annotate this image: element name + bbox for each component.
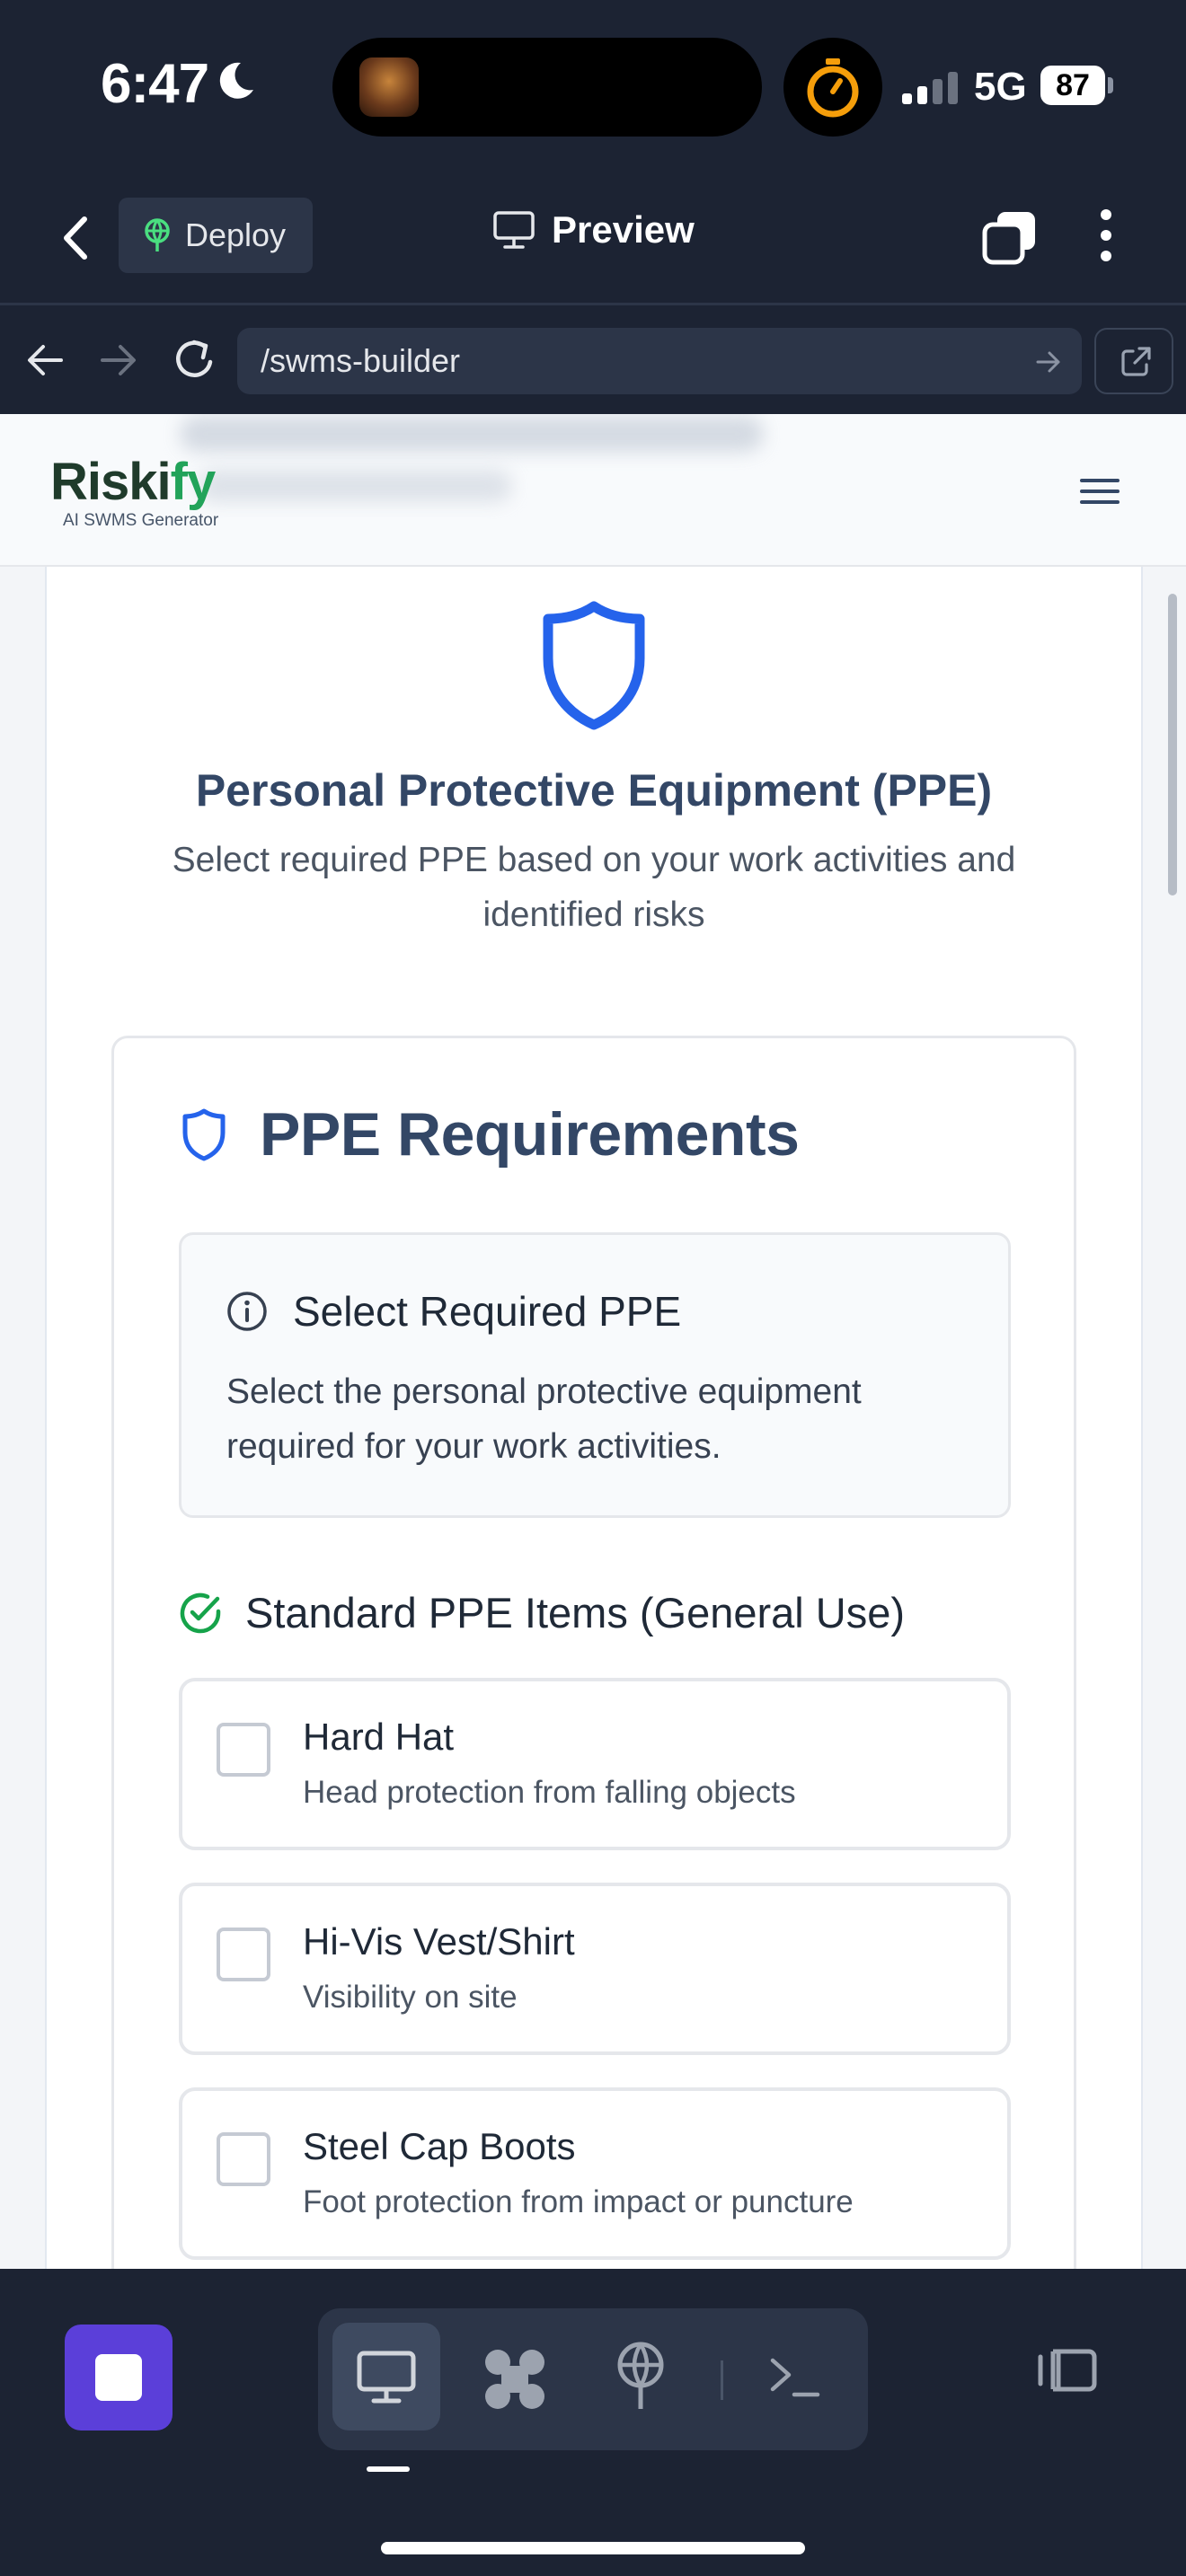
ppe-item-desc: Head protection from falling objects bbox=[303, 1775, 796, 1810]
card-header: PPE Requirements bbox=[181, 1099, 800, 1169]
deploy-globe-icon[interactable] bbox=[613, 2341, 668, 2413]
status-bar: 6:47 5G 87 bbox=[0, 0, 1186, 171]
battery-level: 87 bbox=[1040, 66, 1105, 105]
more-options-icon[interactable] bbox=[1100, 208, 1112, 262]
url-text: /swms-builder bbox=[261, 342, 461, 379]
panel-toggle-icon[interactable] bbox=[1035, 2342, 1100, 2398]
tabs-icon[interactable] bbox=[981, 208, 1039, 266]
ppe-item-name: Steel Cap Boots bbox=[303, 2125, 576, 2167]
back-chevron-icon[interactable] bbox=[56, 214, 97, 262]
deploy-label: Deploy bbox=[185, 216, 287, 253]
tool-preview-active[interactable] bbox=[332, 2323, 440, 2430]
blurred-overlay bbox=[180, 416, 764, 452]
battery-cap bbox=[1108, 77, 1113, 93]
preview-title[interactable]: Preview bbox=[492, 208, 695, 251]
stopwatch-activity bbox=[783, 38, 882, 137]
page-title: Personal Protective Equipment (PPE) bbox=[195, 765, 993, 816]
ppe-item-name: Hard Hat bbox=[303, 1716, 455, 1758]
terminal-icon[interactable] bbox=[767, 2353, 823, 2404]
ppe-item-desc: Visibility on site bbox=[303, 1980, 518, 2015]
deploy-button[interactable]: Deploy bbox=[119, 198, 313, 273]
monitor-icon bbox=[493, 211, 535, 249]
page-subtitle: Select required PPE based on your work a… bbox=[172, 841, 1016, 934]
card-title: PPE Requirements bbox=[260, 1100, 800, 1169]
page-scrollbar[interactable] bbox=[1168, 594, 1177, 895]
logo-subtitle: AI SWMS Generator bbox=[63, 511, 219, 530]
go-arrow-icon[interactable] bbox=[1035, 349, 1062, 375]
logo-wordmark: Riskify bbox=[50, 453, 216, 511]
tool-switcher bbox=[318, 2308, 868, 2450]
browser-url-bar: /swms-builder bbox=[0, 308, 1186, 414]
info-box: Select Required PPE Select the personal … bbox=[179, 1232, 1011, 1518]
preview-label: Preview bbox=[552, 208, 695, 251]
active-tool-indicator bbox=[367, 2466, 410, 2472]
now-playing-artwork bbox=[359, 57, 419, 117]
steel-cap-boots-checkbox[interactable] bbox=[217, 2132, 270, 2186]
deploy-globe-icon bbox=[145, 218, 170, 251]
agent-icon[interactable] bbox=[480, 2344, 550, 2414]
info-icon bbox=[227, 1292, 267, 1331]
ppe-item-steel-cap-boots[interactable]: Steel Cap Boots Foot protection from imp… bbox=[179, 2087, 1011, 2260]
blurred-overlay bbox=[198, 470, 512, 502]
ppe-item-name: Hi-Vis Vest/Shirt bbox=[303, 1920, 575, 1963]
tool-divider bbox=[721, 2360, 723, 2400]
dynamic-island bbox=[332, 38, 762, 137]
stop-button[interactable] bbox=[65, 2325, 173, 2430]
info-header: Select Required PPE bbox=[226, 1287, 681, 1336]
home-indicator[interactable] bbox=[381, 2542, 805, 2554]
ppe-section: Personal Protective Equipment (PPE) Sele… bbox=[45, 567, 1143, 2269]
ppe-requirements-card: PPE Requirements Select Required PPE Sel… bbox=[111, 1036, 1076, 2269]
ppe-item-hard-hat[interactable]: Hard Hat Head protection from falling ob… bbox=[179, 1678, 1011, 1850]
status-time: 6:47 bbox=[101, 53, 209, 115]
app-toolbar: Deploy Preview bbox=[0, 171, 1186, 305]
ppe-item-hi-vis-vest[interactable]: Hi-Vis Vest/Shirt Visibility on site bbox=[179, 1883, 1011, 2055]
web-viewport: Riskify AI SWMS Generator Personal Prote… bbox=[0, 414, 1186, 2269]
network-type: 5G bbox=[974, 65, 1027, 109]
browser-back-arrow-icon[interactable] bbox=[25, 342, 65, 378]
stopwatch-icon bbox=[807, 58, 859, 118]
browser-forward-arrow-icon[interactable] bbox=[99, 342, 138, 378]
site-header: Riskify AI SWMS Generator bbox=[0, 414, 1186, 567]
reload-icon[interactable] bbox=[173, 335, 217, 384]
external-link-icon bbox=[1121, 347, 1151, 376]
riskify-logo[interactable]: Riskify AI SWMS Generator bbox=[50, 452, 218, 530]
standard-ppe-heading: Standard PPE Items (General Use) bbox=[179, 1588, 905, 1637]
moon-icon bbox=[219, 62, 253, 99]
bottom-toolbar bbox=[0, 2269, 1186, 2576]
ppe-item-desc: Foot protection from impact or puncture bbox=[303, 2184, 854, 2219]
info-text: Select the personal protective equipment… bbox=[226, 1372, 862, 1466]
stop-icon bbox=[95, 2354, 142, 2401]
hamburger-menu-icon[interactable] bbox=[1078, 475, 1121, 507]
hard-hat-checkbox[interactable] bbox=[217, 1723, 270, 1777]
open-external-button[interactable] bbox=[1094, 328, 1173, 394]
url-input[interactable]: /swms-builder bbox=[237, 328, 1082, 394]
shield-icon bbox=[182, 1108, 226, 1161]
cellular-signal-icon bbox=[902, 72, 958, 104]
info-title: Select Required PPE bbox=[293, 1288, 682, 1335]
standard-ppe-title: Standard PPE Items (General Use) bbox=[245, 1589, 906, 1636]
shield-icon bbox=[543, 601, 645, 730]
hi-vis-vest-checkbox[interactable] bbox=[217, 1928, 270, 1981]
check-circle-icon bbox=[180, 1592, 221, 1633]
monitor-icon bbox=[357, 2351, 416, 2404]
